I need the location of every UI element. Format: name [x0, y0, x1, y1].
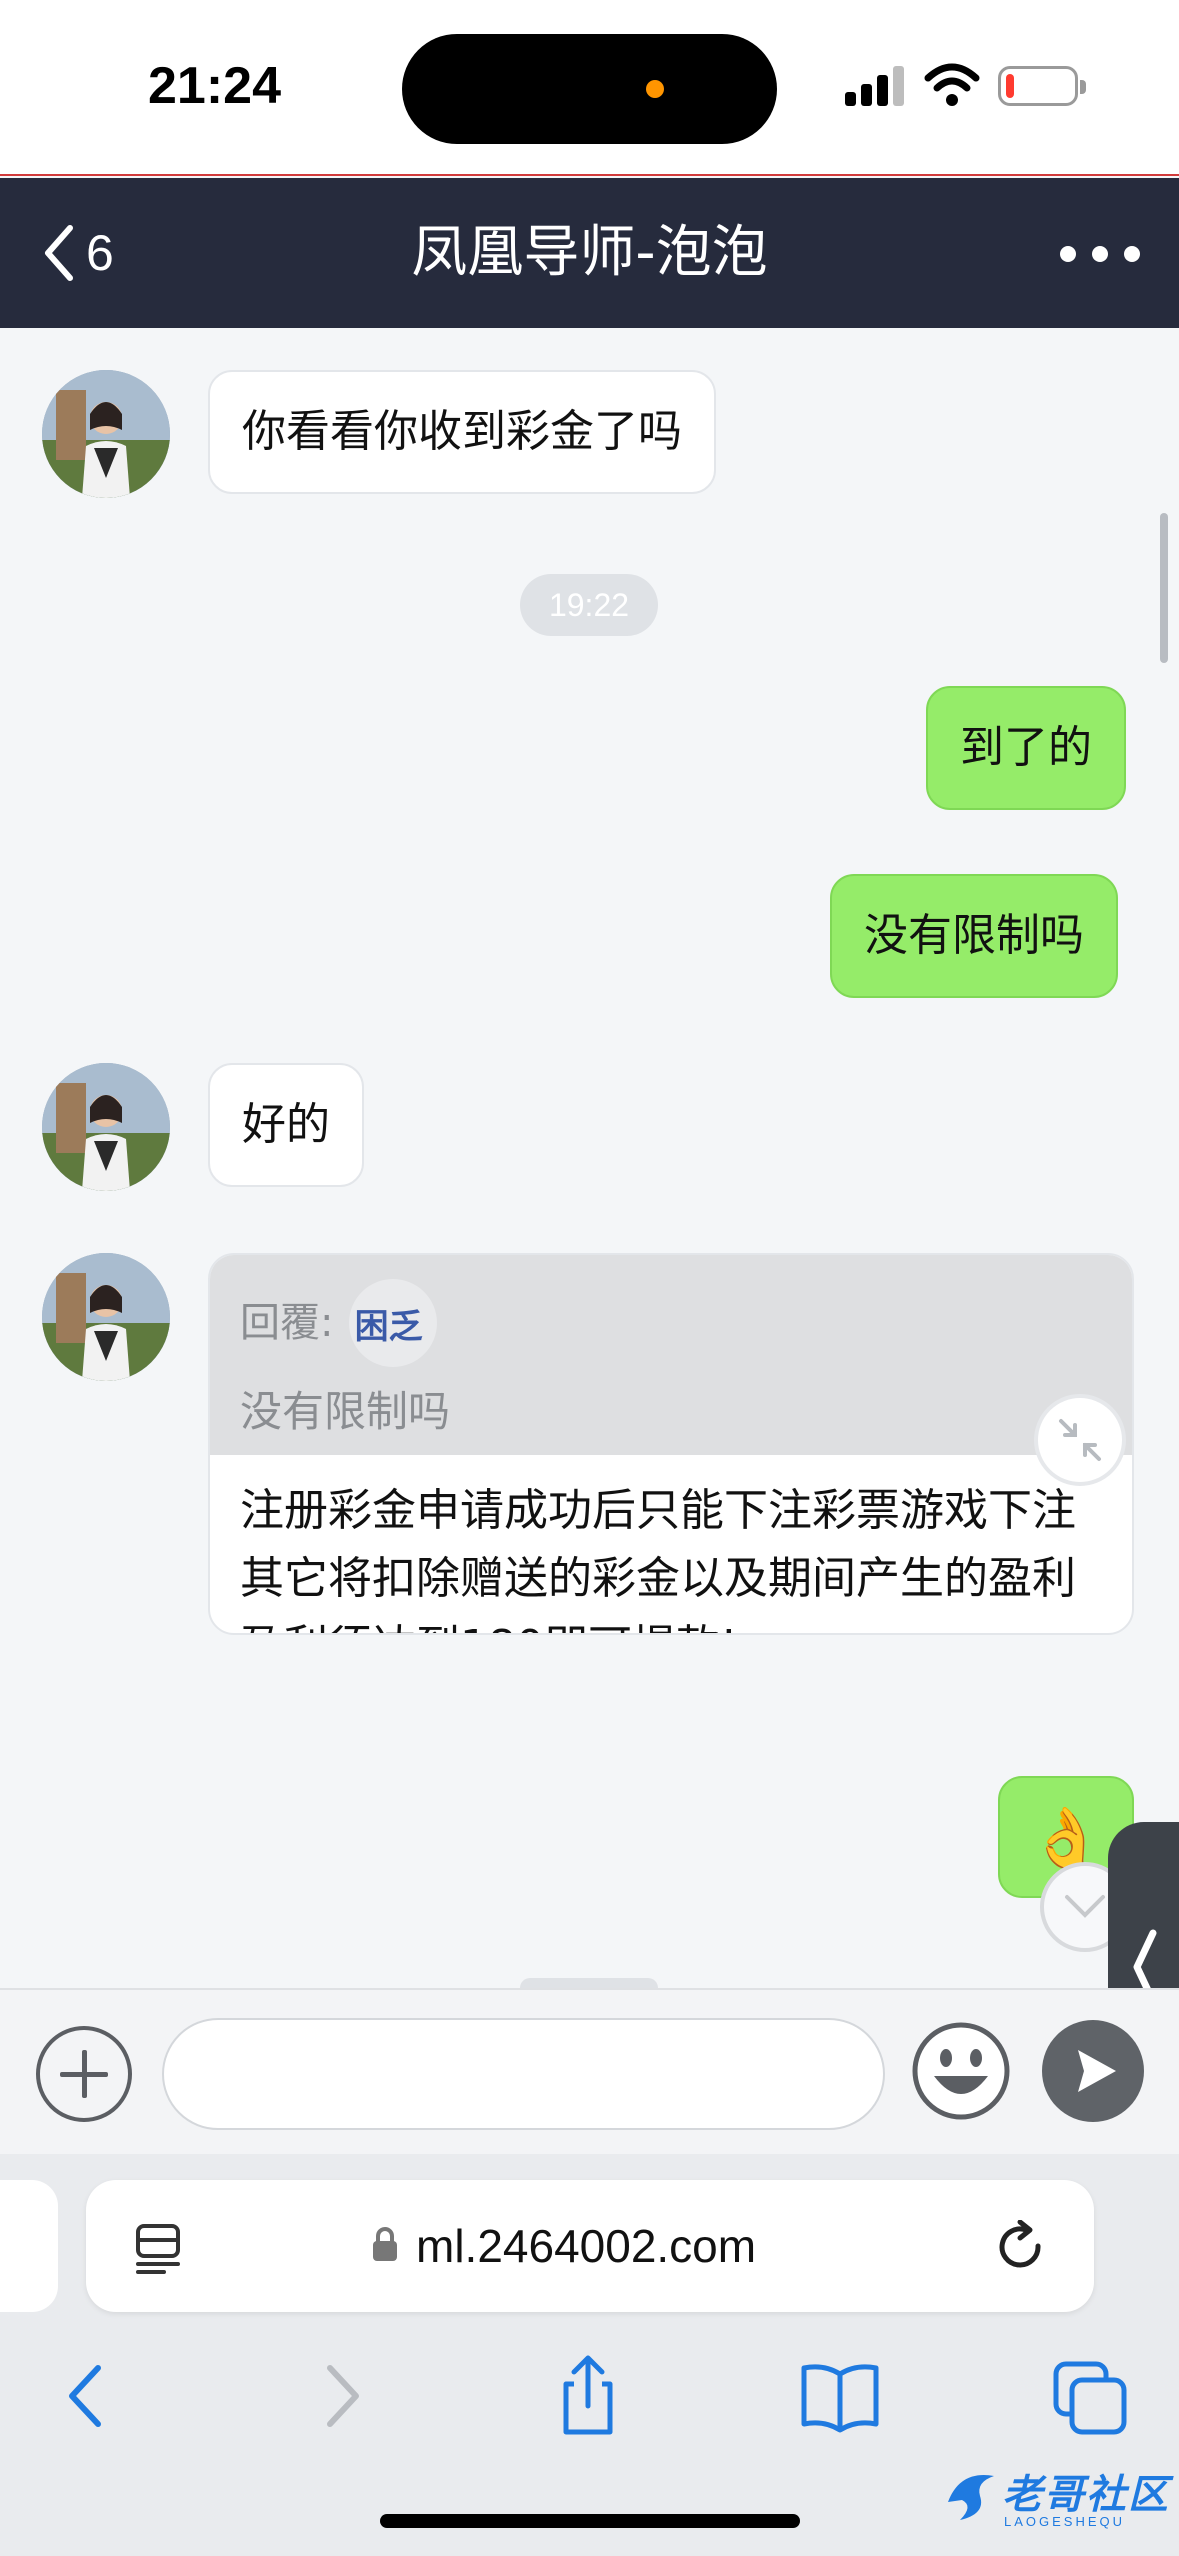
outgoing-message[interactable]: 没有限制吗 [830, 874, 1118, 998]
timestamp-chip: 19:22 [520, 574, 658, 636]
home-indicator[interactable] [380, 2514, 800, 2528]
chevron-left-icon [45, 225, 73, 281]
collapse-button[interactable] [1034, 1394, 1126, 1486]
status-bar: 21:24 [0, 0, 1179, 176]
dot-icon [1092, 246, 1108, 262]
url-text: ml.2464002.com [416, 2220, 757, 2272]
reply-label: 回覆: [240, 1300, 334, 1346]
address-bar[interactable]: ml.2464002.com [86, 2180, 1094, 2312]
previous-tab-preview[interactable] [0, 2180, 58, 2312]
battery-level [1006, 74, 1014, 98]
dot-icon [1060, 246, 1076, 262]
dot-icon [1124, 246, 1140, 262]
message-input[interactable] [162, 2018, 885, 2130]
cellular-signal-icon [845, 64, 905, 106]
share-button[interactable] [546, 2354, 630, 2438]
send-icon [1078, 2050, 1116, 2092]
mic-indicator-icon [646, 80, 664, 98]
dragon-logo-icon [948, 2475, 994, 2520]
bookmarks-button[interactable] [798, 2354, 882, 2438]
lock-icon [373, 2227, 397, 2261]
chat-header: 6 凤凰导师-泡泡 [0, 178, 1179, 328]
avatar[interactable] [42, 1253, 170, 1381]
message-list[interactable]: 你看看你收到彩金了吗 19:22 到了的 没有限制吗 好的 回覆: 困乏 没有限… [0, 328, 1179, 1988]
send-button[interactable] [1042, 2020, 1144, 2122]
status-time: 21:24 [148, 57, 281, 115]
watermark-subtext: LAOGESHEQU [1004, 2514, 1126, 2529]
wifi-icon [924, 63, 980, 106]
watermark-text: 老哥社区 [1002, 2472, 1170, 2518]
battery-icon [998, 66, 1086, 106]
tabs-button[interactable] [1048, 2354, 1132, 2438]
browser-back-button[interactable] [46, 2354, 130, 2438]
reply-text: 注册彩金申请成功后只能下注彩票游戏下注其它将扣除赠送的彩金以及期间产生的盈利 盈… [240, 1485, 1076, 1633]
quoted-message[interactable]: 回覆: 困乏 没有限制吗 [210, 1255, 1132, 1455]
quoted-text: 没有限制吗 [240, 1387, 451, 1436]
browser-forward-button[interactable] [298, 2354, 382, 2438]
more-options-button[interactable] [1060, 234, 1140, 274]
chevron-down-icon [1065, 1895, 1105, 1918]
page-menu-icon[interactable] [134, 2222, 182, 2274]
avatar-photo [42, 1063, 170, 1191]
watermark-logo: 老哥社区 LAOGESHEQU [940, 2462, 1168, 2532]
incoming-message[interactable]: 你看看你收到彩金了吗 [208, 370, 716, 494]
attach-button[interactable] [36, 2026, 132, 2122]
avatar[interactable] [42, 370, 170, 498]
timestamp-chip-partial [520, 1978, 658, 1988]
quoted-user-name: 困乏 [354, 1307, 423, 1347]
reply-message[interactable]: 回覆: 困乏 没有限制吗 注册彩金申请成功后只能下注彩票游戏下注其它将扣除赠送的… [208, 1253, 1134, 1635]
quoted-user-chip[interactable]: 困乏 [348, 1279, 437, 1367]
avatar[interactable] [42, 1063, 170, 1191]
composer-bar [0, 1988, 1179, 2154]
scrollbar[interactable] [1160, 513, 1168, 663]
emoji-button[interactable] [910, 2020, 1012, 2122]
back-button[interactable]: 6 [40, 218, 170, 288]
collapse-arrows-icon [1059, 1419, 1101, 1461]
avatar-photo [42, 1253, 170, 1381]
avatar-photo [42, 370, 170, 498]
unread-count: 6 [86, 225, 114, 281]
chat-title: 凤凰导师-泡泡 [411, 220, 768, 285]
outgoing-message[interactable]: 到了的 [926, 686, 1126, 810]
reload-icon[interactable] [996, 2220, 1048, 2276]
incoming-message[interactable]: 好的 [208, 1063, 364, 1187]
dynamic-island [402, 34, 777, 144]
